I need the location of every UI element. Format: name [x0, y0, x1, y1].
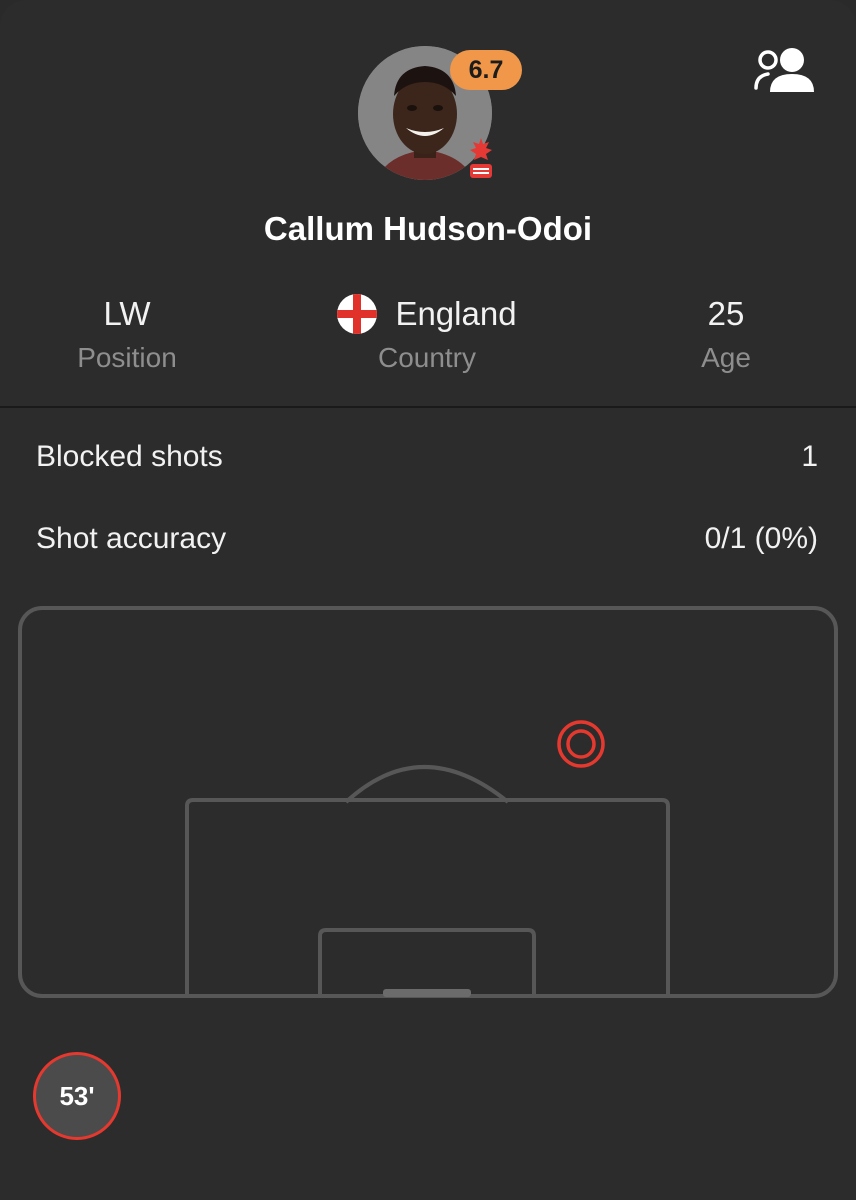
age-info: 25 Age: [596, 292, 856, 374]
penalty-arc: [344, 765, 510, 804]
england-flag-icon: [337, 294, 378, 334]
goal: [383, 989, 471, 997]
country-label: Country: [377, 342, 477, 373]
player-card: 6.7 Callum Hudson-Odoi LW Position Engla…: [0, 0, 856, 1200]
shot-marker[interactable]: [557, 720, 605, 768]
position-info: LW Position: [0, 292, 257, 374]
stat-label: Shot accuracy: [36, 522, 227, 555]
stat-value: 1: [801, 440, 818, 473]
player-name: Callum Hudson-Odoi: [263, 210, 593, 247]
stat-row-blocked-shots: Blocked shots 1: [36, 440, 818, 474]
position-value: LW: [103, 295, 151, 332]
section-divider: [0, 406, 856, 408]
shot-minute-button[interactable]: 53': [33, 1052, 121, 1140]
country-info[interactable]: England Country: [297, 292, 557, 374]
country-value: England: [395, 295, 517, 332]
goal-area: [318, 928, 536, 994]
stat-value: 0/1 (0%): [704, 522, 818, 555]
compare-players-icon[interactable]: [752, 44, 816, 96]
age-value: 25: [707, 295, 745, 332]
position-label: Position: [77, 342, 177, 373]
club-crest-icon: [470, 138, 492, 178]
penalty-box: [185, 798, 670, 994]
stat-row-shot-accuracy: Shot accuracy 0/1 (0%): [36, 522, 818, 556]
stat-label: Blocked shots: [36, 440, 223, 473]
rating-badge: 6.7: [450, 50, 522, 90]
country-value-row: England: [297, 292, 557, 336]
age-label: Age: [701, 342, 751, 373]
shot-map-pitch: [18, 606, 838, 998]
